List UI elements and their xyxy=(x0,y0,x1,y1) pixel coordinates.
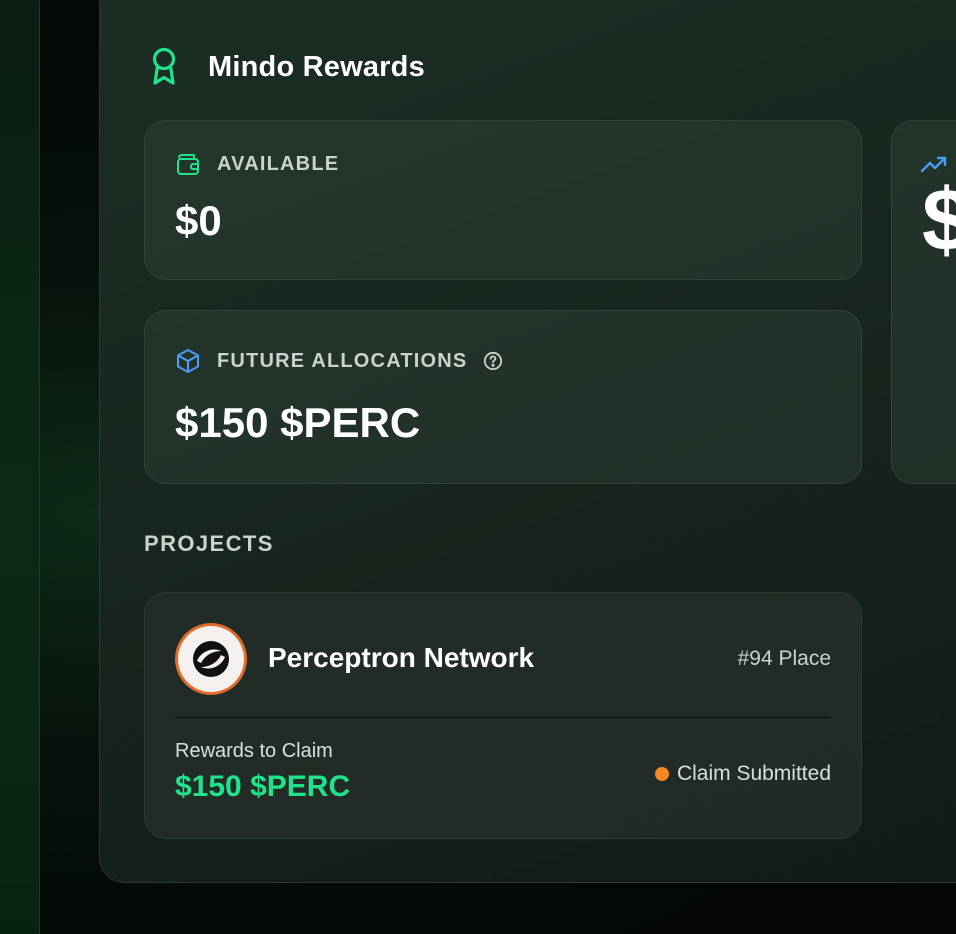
page-title: Mindo Rewards xyxy=(208,50,425,83)
cube-icon xyxy=(177,349,199,373)
rewards-to-claim-label: Rewards to Claim xyxy=(175,740,333,762)
claim-status-text: Claim Submitted xyxy=(676,762,831,785)
rewards-card: Mindo Rewards AVAILABLE $0 FUTURE ALLOCA… xyxy=(99,0,956,883)
rewards-header: Mindo Rewards xyxy=(150,47,425,87)
help-circle-icon[interactable] xyxy=(483,351,503,371)
project-name: Perceptron Network xyxy=(268,642,535,673)
award-ribbon-icon xyxy=(152,47,176,85)
future-allocations-card: FUTURE ALLOCATIONS $150 $PERC xyxy=(144,310,862,484)
project-card[interactable]: Perceptron Network #94 Place Rewards to … xyxy=(144,592,862,839)
available-label: AVAILABLE xyxy=(217,152,340,175)
project-place: #94 Place xyxy=(737,647,831,670)
project-divider xyxy=(175,717,831,718)
project-avatar xyxy=(175,623,247,695)
available-card: AVAILABLE $0 xyxy=(144,120,862,280)
rewards-screen: 5 Mindo Rewards AVAILABLE $0 xyxy=(0,0,956,934)
future-allocations-value: $150 $PERC xyxy=(175,399,421,446)
perceptron-logo-icon xyxy=(193,641,229,677)
available-value: $0 xyxy=(175,197,222,244)
future-allocations-label: FUTURE ALLOCATIONS xyxy=(217,349,468,372)
claim-status: Claim Submitted xyxy=(654,762,831,786)
trend-card: $ xyxy=(891,120,956,484)
wallet-icon xyxy=(177,154,199,175)
left-panel: 5 xyxy=(0,0,40,934)
rewards-to-claim-value: $150 $PERC xyxy=(175,770,351,803)
trend-value: $ xyxy=(922,169,956,271)
projects-section-label: PROJECTS xyxy=(144,531,274,556)
status-dot-icon xyxy=(654,767,669,781)
